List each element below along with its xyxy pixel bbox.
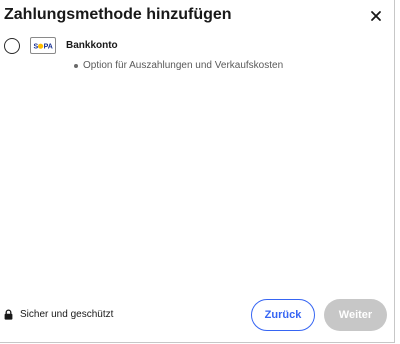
bank-account-radio[interactable] — [4, 38, 20, 54]
bullet-icon — [74, 63, 78, 68]
close-button[interactable] — [362, 3, 390, 29]
svg-text:S: S — [34, 44, 39, 51]
sepa-logo-icon: S PA — [30, 37, 56, 54]
payment-method-detail: Option für Auszahlungen und Verkaufskost… — [74, 59, 283, 72]
lock-icon — [4, 309, 13, 320]
dialog-title: Zahlungsmethode hinzufügen — [4, 6, 232, 23]
payment-method-detail-text: Option für Auszahlungen und Verkaufskost… — [83, 60, 284, 71]
payment-method-name[interactable]: Bankkonto — [66, 39, 118, 52]
close-icon — [371, 11, 381, 21]
secure-text: Sicher und geschützt — [20, 309, 114, 320]
back-button[interactable]: Zurück — [251, 299, 315, 331]
secure-note: Sicher und geschützt — [4, 308, 113, 321]
add-payment-method-dialog: Zahlungsmethode hinzufügen S PA Bankkont… — [0, 0, 395, 343]
svg-text:PA: PA — [44, 44, 53, 51]
next-button[interactable]: Weiter — [324, 299, 387, 331]
